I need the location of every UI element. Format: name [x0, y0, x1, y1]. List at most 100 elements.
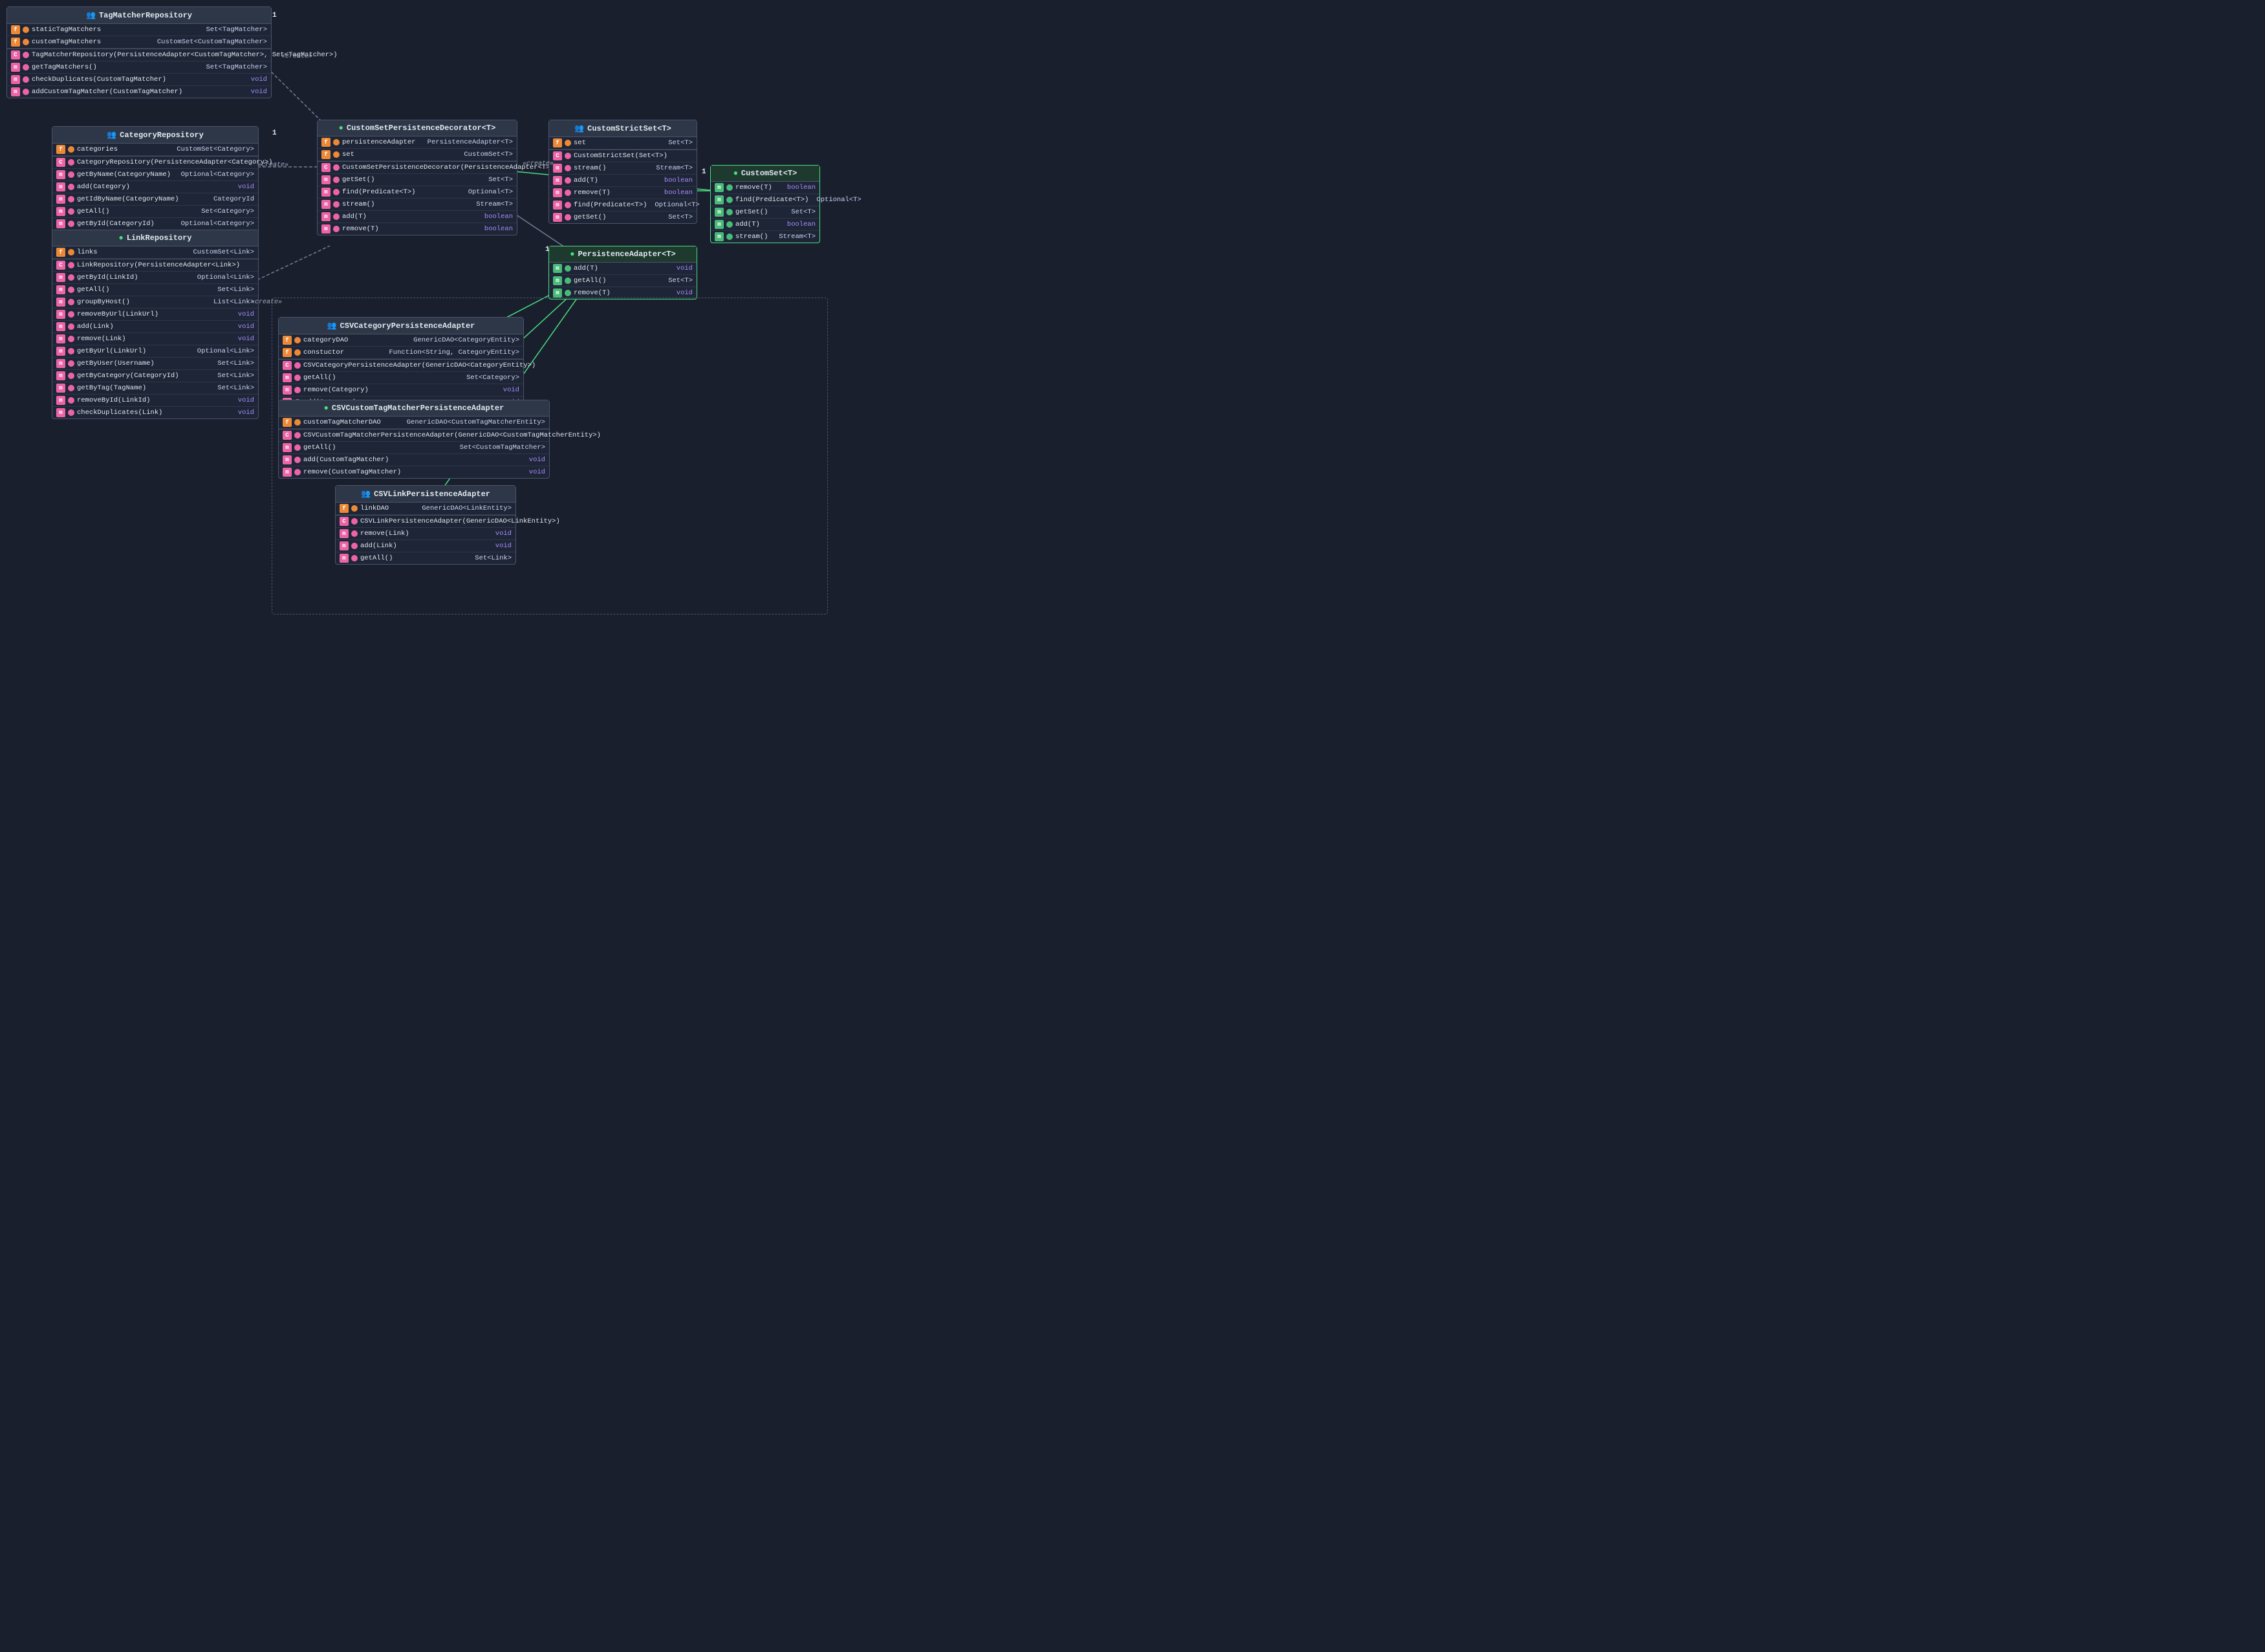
css-method-2: m add(T) boolean	[549, 175, 697, 187]
cctmpa-method-badge-1: m	[283, 443, 292, 452]
cctmpa-method-badge-c: C	[283, 431, 292, 440]
ccpa-method-2-type: void	[498, 386, 519, 394]
css-method-2-type: boolean	[659, 177, 693, 184]
cr-method-dot-c	[68, 159, 74, 166]
css-header: 👥 CustomStrictSet<T>	[549, 120, 697, 137]
css-method-5-type: Set<T>	[663, 213, 693, 221]
cr-method-dot-3	[68, 196, 74, 202]
cs-method-5: m stream() Stream<T>	[711, 231, 819, 243]
ccpa-method-1-type: Set<Category>	[461, 374, 519, 382]
lr-method-5-name: add(Link)	[77, 323, 230, 331]
cs-method-badge-3: m	[715, 208, 724, 217]
clpa-method-dot-c	[351, 518, 358, 525]
lr-method-4-name: removeByUrl(LinkUrl)	[77, 310, 230, 318]
persistence-adapter-box: ● PersistenceAdapter<T> m add(T) void m …	[548, 246, 697, 299]
cspd-method-c: C CustomSetPersistenceDecorator(Persiste…	[318, 162, 517, 174]
cctmpa-field-1: f customTagMatcherDAO GenericDAO<CustomT…	[279, 417, 549, 429]
cr-method-badge-2: m	[56, 182, 65, 191]
cspd-method-dot-c	[333, 164, 340, 171]
lr-method-dot-11	[68, 397, 74, 404]
lr-method-2-type: Set<Link>	[212, 286, 254, 294]
cspd-method-dot-2	[333, 189, 340, 195]
lr-method-badge-12: m	[56, 408, 65, 417]
people-icon-2: 👥	[107, 130, 116, 140]
csv-link-persistence-adapter-box: 👥 CSVLinkPersistenceAdapter f linkDAO Ge…	[335, 485, 516, 565]
css-method-3-name: remove(T)	[574, 189, 656, 197]
css-method-badge-3: m	[553, 188, 562, 197]
cctmpa-field-badge-1: f	[283, 418, 292, 427]
field-dot-2	[23, 39, 29, 45]
cspd-method-4-name: add(T)	[342, 213, 477, 221]
cr-method-c: C CategoryRepository(PersistenceAdapter<…	[52, 157, 258, 169]
cctmpa-method-3-name: remove(CustomTagMatcher)	[303, 468, 521, 476]
cctmpa-method-badge-3: m	[283, 468, 292, 477]
clpa-field-1-name: linkDAO	[360, 505, 414, 512]
cr-field-dot-1	[68, 146, 74, 153]
lr-method-3-name: groupByHost()	[77, 298, 206, 306]
cctmpa-method-3: m remove(CustomTagMatcher) void	[279, 466, 549, 478]
link-repository-header: ● LinkRepository	[52, 230, 258, 246]
people-icon-clpa: 👥	[361, 489, 371, 499]
css-method-dot-4	[565, 202, 571, 208]
tmr-method-3-name: addCustomTagMatcher(CustomTagMatcher)	[32, 88, 243, 96]
csv-custom-tag-matcher-persistence-adapter-box: ● CSVCustomTagMatcherPersistenceAdapter …	[278, 400, 550, 479]
css-field-1-type: Set<T>	[663, 139, 693, 147]
lr-method-badge-c: C	[56, 261, 65, 270]
cspd-field-dot-1	[333, 139, 340, 146]
cctmpa-header: ● CSVCustomTagMatcherPersistenceAdapter	[279, 400, 549, 417]
cctmpa-method-c-name: CSVCustomTagMatcherPersistenceAdapter(Ge…	[303, 431, 601, 439]
ccpa-method-1-name: getAll()	[303, 374, 459, 382]
css-field-1-name: set	[574, 139, 660, 147]
cs-header: ● CustomSet<T>	[711, 166, 819, 182]
cspd-field-badge-2: f	[321, 150, 331, 159]
circle-icon-cs: ●	[733, 169, 738, 178]
cr-method-2-type: void	[233, 183, 254, 191]
cs-method-3: m getSet() Set<T>	[711, 206, 819, 219]
cspd-method-badge-1: m	[321, 175, 331, 184]
clpa-method-1-name: remove(Link)	[360, 530, 488, 538]
cspd-field-1-type: PersistenceAdapter<T>	[422, 138, 513, 146]
lr-method-1: m getById(LinkId) Optional<Link>	[52, 272, 258, 284]
lr-method-12-type: void	[233, 409, 254, 417]
clpa-method-dot-3	[351, 555, 358, 561]
cs-method-2: m find(Predicate<T>) Optional<T>	[711, 194, 819, 206]
multiplicity-4: 1	[545, 246, 550, 254]
cctmpa-field-1-name: customTagMatcherDAO	[303, 418, 399, 426]
tmr-method-1: m getTagMatchers() Set<TagMatcher>	[7, 61, 271, 74]
pa-method-badge-3: m	[553, 288, 562, 298]
ccpa-method-dot-2	[294, 387, 301, 393]
ccpa-method-2-name: remove(Category)	[303, 386, 495, 394]
tmr-field-2-name: customTagMatchers	[32, 38, 149, 46]
tag-matcher-repository-header: 👥 TagMatcherRepository	[7, 7, 271, 24]
cr-field-1: f categories CustomSet<Category>	[52, 144, 258, 156]
tmr-field-2: f customTagMatchers CustomSet<CustomTagM…	[7, 36, 271, 49]
cs-method-dot-2	[726, 197, 733, 203]
cspd-method-dot-4	[333, 213, 340, 220]
cspd-title: CustomSetPersistenceDecorator<T>	[347, 124, 495, 133]
pa-method-3: m remove(T) void	[549, 287, 697, 299]
clpa-field-1-type: GenericDAO<LinkEntity>	[417, 505, 512, 512]
method-dot-m1	[23, 64, 29, 71]
clpa-method-2: m add(Link) void	[336, 540, 515, 552]
lr-method-c: C LinkRepository(PersistenceAdapter<Link…	[52, 259, 258, 272]
css-title: CustomStrictSet<T>	[587, 124, 671, 133]
custom-strict-set-box: 👥 CustomStrictSet<T> f set Set<T> C Cust…	[548, 120, 697, 224]
link-repository-title: LinkRepository	[127, 234, 192, 243]
method-badge-m1: m	[11, 63, 20, 72]
lr-method-badge-5: m	[56, 322, 65, 331]
cs-method-5-type: Stream<T>	[774, 233, 816, 241]
circle-icon-cspd: ●	[339, 124, 343, 133]
css-method-1-type: Stream<T>	[651, 164, 693, 172]
ccpa-field-badge-1: f	[283, 336, 292, 345]
cspd-field-1: f persistenceAdapter PersistenceAdapter<…	[318, 136, 517, 149]
link-repository-box: ● LinkRepository f links CustomSet<Link>…	[52, 230, 259, 419]
cr-method-c-name: CategoryRepository(PersistenceAdapter<Ca…	[77, 158, 272, 166]
cr-method-1: m getByName(CategoryName) Optional<Categ…	[52, 169, 258, 181]
clpa-method-badge-2: m	[340, 541, 349, 550]
cctmpa-method-1-type: Set<CustomTagMatcher>	[455, 444, 545, 451]
cr-field-1-type: CustomSet<Category>	[171, 146, 254, 153]
cctmpa-method-2-type: void	[524, 456, 545, 464]
lr-method-12-name: checkDuplicates(Link)	[77, 409, 230, 417]
cspd-method-2-name: find(Predicate<T>)	[342, 188, 461, 196]
cs-method-dot-1	[726, 184, 733, 191]
